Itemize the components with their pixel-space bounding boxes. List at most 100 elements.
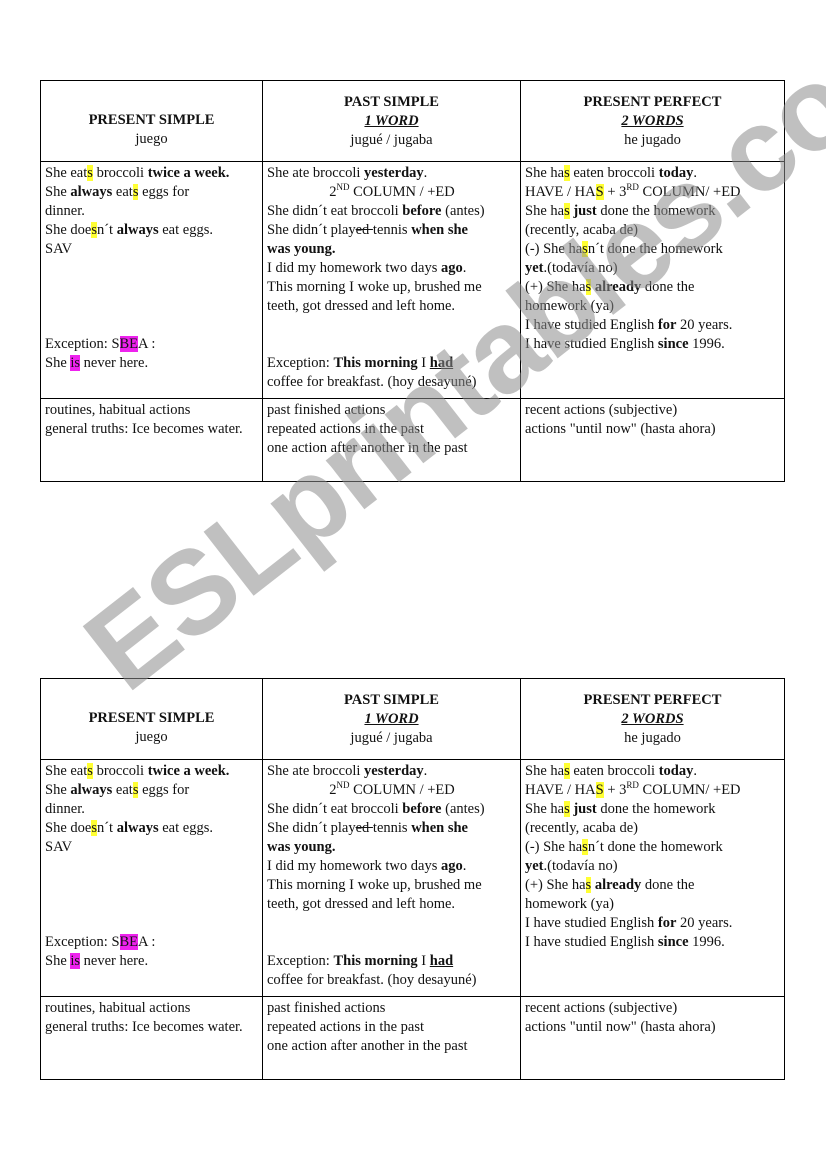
example-line: She didn´t played tennis when she (267, 222, 468, 238)
header-present-simple: PRESENT SIMPLE juego (40, 678, 263, 760)
use-line: one action after another in the past (267, 440, 468, 456)
header-present-perfect: PRESENT PERFECT 2 WORDS he jugado (520, 678, 785, 760)
header-translation: juego (135, 729, 168, 745)
example-line: She always eats eggs for (45, 782, 190, 798)
use-line: actions "until now" (hasta ahora) (525, 1019, 716, 1035)
use-line: routines, habitual actions (45, 402, 191, 418)
example-line: (+) She has already done the (525, 877, 695, 893)
rule-line: HAVE / HAS + 3RD COLUMN/ +ED (525, 182, 741, 200)
example-line: She has just done the homework (525, 203, 716, 219)
use-line: general truths: Ice becomes water. (45, 1019, 243, 1035)
example-line: homework (ya) (525, 896, 614, 912)
use-line: general truths: Ice becomes water. (45, 421, 243, 437)
present-perfect-examples: She has eaten broccoli today. HAVE / HAS… (520, 759, 785, 997)
present-simple-uses: routines, habitual actions general truth… (40, 398, 263, 482)
header-title: PRESENT PERFECT (583, 691, 722, 708)
example-line: (+) She has already done the (525, 279, 695, 295)
header-title: PRESENT PERFECT (583, 93, 722, 110)
exception-line: Exception: SBEA : (45, 336, 156, 352)
use-line: repeated actions in the past (267, 1019, 425, 1035)
header-present-perfect: PRESENT PERFECT 2 WORDS he jugado (520, 80, 785, 162)
example-line: (-) She hasn´t done the homework (525, 839, 723, 855)
exception-line: Exception: This morning I had (267, 953, 454, 969)
example-line: She doesn´t always eat eggs. (45, 222, 213, 238)
example-line: dinner. (45, 801, 85, 817)
example-line: I have studied English for 20 years. (525, 317, 733, 333)
present-perfect-examples: She has eaten broccoli today. HAVE / HAS… (520, 161, 785, 399)
example-line: She didn´t eat broccoli before (antes) (267, 203, 485, 219)
header-title: PAST SIMPLE (344, 93, 439, 110)
rule-line: 2ND COLUMN / +ED (329, 182, 455, 200)
example-line: She ate broccoli yesterday. (267, 763, 428, 779)
example-line: This morning I woke up, brushed me (267, 279, 482, 295)
example-line: teeth, got dressed and left home. (267, 896, 456, 912)
header-past-simple: PAST SIMPLE 1 WORD jugué / jugaba (262, 80, 521, 162)
header-translation: he jugado (624, 131, 681, 148)
example-line: I have studied English for 20 years. (525, 915, 733, 931)
example-line: She has eaten broccoli today. (525, 165, 697, 181)
header-row: PRESENT SIMPLE juego PAST SIMPLE 1 WORD … (40, 678, 785, 760)
use-line: one action after another in the past (267, 1038, 468, 1054)
uses-row: routines, habitual actions general truth… (40, 996, 785, 1080)
example-line: I have studied English since 1996. (525, 934, 725, 950)
example-line: She has just done the homework (525, 801, 716, 817)
exception-line: Exception: This morning I had (267, 355, 454, 371)
rule-line: 2ND COLUMN / +ED (329, 780, 455, 798)
header-subtitle: 2 WORDS (621, 112, 684, 129)
example-line: teeth, got dressed and left home. (267, 298, 456, 314)
past-simple-examples: She ate broccoli yesterday. 2ND COLUMN /… (262, 161, 521, 399)
example-line: was young. (267, 839, 336, 855)
past-simple-uses: past finished actions repeated actions i… (262, 996, 521, 1080)
header-translation: juego (135, 131, 168, 147)
exception-line: Exception: SBEA : (45, 934, 156, 950)
worksheet-page: PRESENT SIMPLE juego PAST SIMPLE 1 WORD … (0, 0, 826, 1169)
example-line: I did my homework two days ago. (267, 260, 467, 276)
example-line: (recently, acaba de) (525, 222, 638, 238)
use-line: past finished actions (267, 402, 386, 418)
example-line: She always eats eggs for (45, 184, 190, 200)
header-subtitle: 2 WORDS (621, 710, 684, 727)
example-line: SAV (45, 241, 73, 257)
example-line: I have studied English since 1996. (525, 336, 725, 352)
example-line: She didn´t played tennis when she (267, 820, 468, 836)
header-translation: jugué / jugaba (350, 131, 433, 148)
header-title: PRESENT SIMPLE (88, 112, 215, 128)
tense-table-2: PRESENT SIMPLE juego PAST SIMPLE 1 WORD … (40, 678, 785, 1080)
present-simple-uses: routines, habitual actions general truth… (40, 996, 263, 1080)
example-line: She has eaten broccoli today. (525, 763, 697, 779)
rule-line: HAVE / HAS + 3RD COLUMN/ +ED (525, 780, 741, 798)
header-row: PRESENT SIMPLE juego PAST SIMPLE 1 WORD … (40, 80, 785, 162)
header-translation: jugué / jugaba (350, 729, 433, 746)
exception-line: coffee for breakfast. (hoy desayuné) (267, 374, 477, 390)
header-title: PAST SIMPLE (344, 691, 439, 708)
header-subtitle: 1 WORD (364, 710, 419, 727)
header-title: PRESENT SIMPLE (88, 710, 215, 726)
past-simple-examples: She ate broccoli yesterday. 2ND COLUMN /… (262, 759, 521, 997)
example-line: yet.(todavía no) (525, 858, 618, 874)
example-line: (recently, acaba de) (525, 820, 638, 836)
present-simple-examples: She eats broccoli twice a week. She alwa… (40, 161, 263, 399)
header-present-simple: PRESENT SIMPLE juego (40, 80, 263, 162)
example-line: (-) She hasn´t done the homework (525, 241, 723, 257)
example-line: This morning I woke up, brushed me (267, 877, 482, 893)
use-line: recent actions (subjective) (525, 1000, 678, 1016)
example-line: was young. (267, 241, 336, 257)
uses-row: routines, habitual actions general truth… (40, 398, 785, 482)
use-line: routines, habitual actions (45, 1000, 191, 1016)
exception-line: coffee for breakfast. (hoy desayuné) (267, 972, 477, 988)
examples-row: She eats broccoli twice a week. She alwa… (40, 161, 785, 399)
exception-line: She is never here. (45, 953, 149, 969)
example-line: I did my homework two days ago. (267, 858, 467, 874)
example-line: dinner. (45, 203, 85, 219)
present-perfect-uses: recent actions (subjective) actions "unt… (520, 996, 785, 1080)
example-line: She didn´t eat broccoli before (antes) (267, 801, 485, 817)
exception-line: She is never here. (45, 355, 149, 371)
tense-table-1: PRESENT SIMPLE juego PAST SIMPLE 1 WORD … (40, 80, 785, 482)
example-line: yet.(todavía no) (525, 260, 618, 276)
present-perfect-uses: recent actions (subjective) actions "unt… (520, 398, 785, 482)
example-line: She eats broccoli twice a week. (45, 165, 230, 181)
use-line: repeated actions in the past (267, 421, 425, 437)
example-line: She doesn´t always eat eggs. (45, 820, 213, 836)
use-line: recent actions (subjective) (525, 402, 678, 418)
use-line: actions "until now" (hasta ahora) (525, 421, 716, 437)
